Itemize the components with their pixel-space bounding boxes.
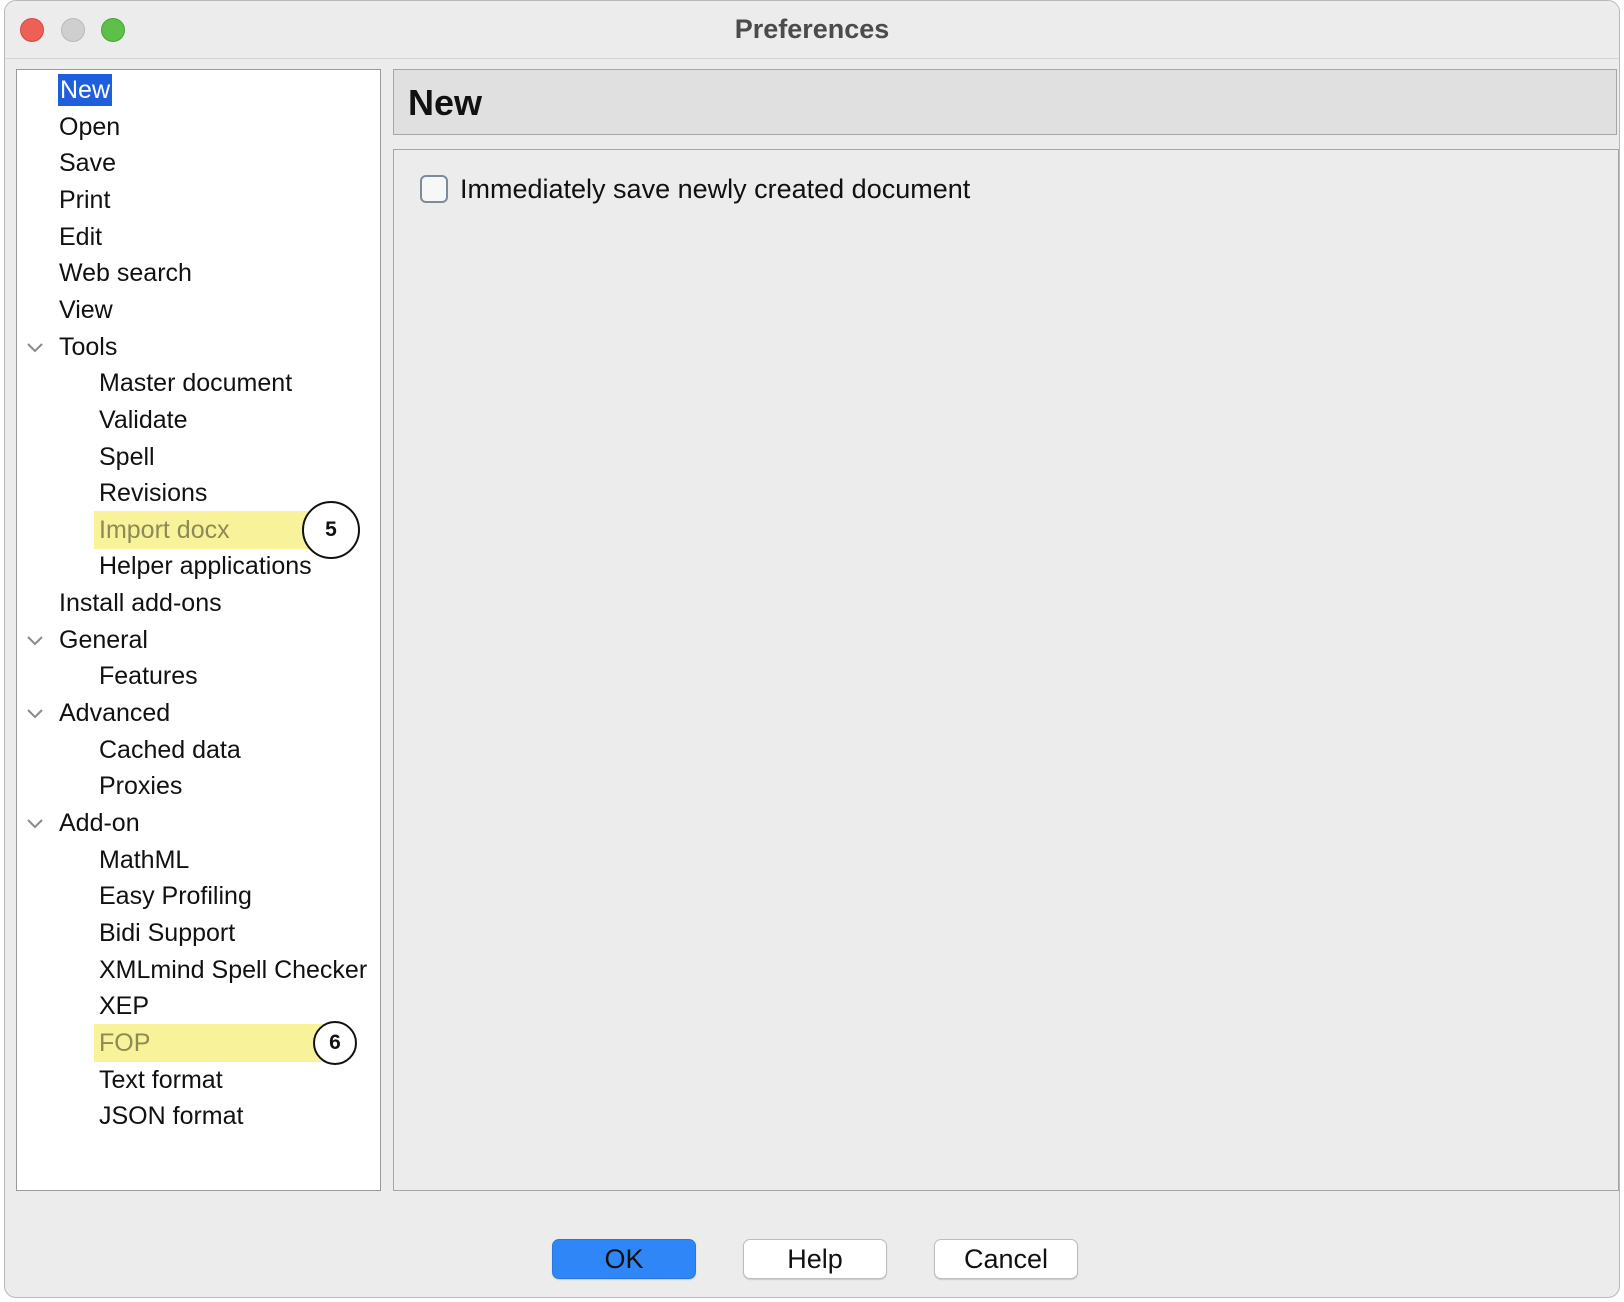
tree-item-advanced[interactable]: Advanced — [58, 696, 171, 730]
tree-item-label: Install add-ons — [59, 589, 222, 618]
tree-item-view[interactable]: View — [58, 293, 114, 327]
chevron-down-icon[interactable] — [25, 330, 45, 364]
tree-item-label: Features — [99, 662, 198, 691]
tree-item-new[interactable]: New — [58, 73, 113, 107]
tree-item-label: Save — [59, 149, 116, 178]
tree-item-label: Spell — [99, 442, 155, 471]
tree-item-helper-applications[interactable]: Helper applications — [98, 549, 313, 583]
preferences-tree: New Open Save Print Edit Web search View Tools M… — [16, 69, 381, 1191]
tree-item-label: Open — [59, 112, 121, 141]
tree-item-label: Validate — [99, 405, 188, 434]
tree-item-easy-profiling[interactable]: Easy Profiling — [98, 879, 253, 913]
tree-item-label: Cached data — [99, 735, 241, 764]
tree-item-text-format[interactable]: Text format — [98, 1063, 224, 1097]
tree-item-web-search[interactable]: Web search — [58, 256, 193, 290]
panel-content: Immediately save newly created document — [393, 149, 1619, 1191]
immediately-save-option[interactable]: Immediately save newly created document — [420, 172, 970, 206]
tree-item-install-add-ons[interactable]: Install add-ons — [58, 586, 223, 620]
chevron-down-icon[interactable] — [25, 806, 45, 840]
tree-item-features[interactable]: Features — [98, 659, 199, 693]
cancel-button[interactable]: Cancel — [934, 1239, 1078, 1279]
tree-item-label: Print — [59, 185, 111, 214]
tree-item-add-on[interactable]: Add-on — [58, 806, 141, 840]
tree-item-xep[interactable]: XEP — [98, 989, 150, 1023]
tree-item-master-document[interactable]: Master document — [98, 366, 293, 400]
tree-item-spell[interactable]: Spell — [98, 440, 156, 474]
ok-button[interactable]: OK — [552, 1239, 696, 1279]
tree-item-label: Add-on — [59, 809, 140, 837]
tree-item-label: Proxies — [99, 772, 183, 801]
tree-item-revisions[interactable]: Revisions — [98, 476, 208, 510]
tree-item-label: XEP — [99, 992, 150, 1021]
chevron-down-icon[interactable] — [25, 696, 45, 730]
tree-item-label: JSON format — [99, 1102, 244, 1131]
tree-item-xmlmind-spell-checker[interactable]: XMLmind Spell Checker — [98, 953, 368, 987]
tree-item-label: Text format — [99, 1065, 223, 1094]
tree-item-label: Import docx — [99, 515, 230, 544]
immediately-save-label: Immediately save newly created document — [460, 173, 971, 204]
panel-title: New — [408, 82, 483, 123]
tree-item-label: Edit — [59, 222, 103, 251]
title-bar: Preferences — [5, 1, 1619, 59]
tree-item-label: Revisions — [99, 479, 208, 508]
panel-header: New — [393, 69, 1617, 135]
tree-item-open[interactable]: Open — [58, 110, 121, 144]
tree-item-validate[interactable]: Validate — [98, 403, 189, 437]
preferences-window: Preferences New Open Save Print Edit Web sear… — [4, 0, 1620, 1298]
tree-item-label: MathML — [99, 845, 190, 874]
tree-item-save[interactable]: Save — [58, 146, 117, 180]
tree-item-label: Tools — [59, 332, 118, 361]
chevron-down-icon[interactable] — [25, 623, 45, 657]
window-title: Preferences — [734, 14, 890, 44]
tree-item-label: Web search — [59, 259, 192, 288]
tree-item-label: Advanced — [59, 699, 171, 728]
tree-item-general[interactable]: General — [58, 623, 149, 657]
tree-item-label: Master document — [99, 369, 293, 398]
immediately-save-checkbox[interactable] — [420, 175, 448, 203]
tree-item-cached-data[interactable]: Cached data — [98, 733, 242, 767]
tree-item-label: XMLmind Spell Checker — [99, 955, 368, 984]
tree-item-label: View — [59, 295, 113, 324]
tree-item-print[interactable]: Print — [58, 183, 111, 217]
help-button[interactable]: Help — [743, 1239, 887, 1279]
callout-badge: 6 — [313, 1020, 357, 1065]
tree-item-label: Easy Profiling — [99, 882, 252, 911]
tree-item-label: General — [59, 625, 148, 654]
tree-item-label: Helper applications — [99, 552, 312, 581]
tree-item-label: New — [58, 74, 113, 106]
tree-item-json-format[interactable]: JSON format — [98, 1099, 244, 1133]
tree-item-tools[interactable]: Tools — [58, 330, 118, 364]
tree-item-edit[interactable]: Edit — [58, 220, 103, 254]
tree-item-bidi-support[interactable]: Bidi Support — [98, 916, 236, 950]
tree-item-label: Bidi Support — [99, 918, 236, 947]
tree-item-mathml[interactable]: MathML — [98, 843, 190, 877]
tree-item-import-docx[interactable]: Import docx — [98, 513, 231, 547]
tree-item-proxies[interactable]: Proxies — [98, 769, 183, 803]
tree-item-fop[interactable]: FOP — [98, 1026, 151, 1060]
tree-item-label: FOP — [99, 1028, 151, 1057]
